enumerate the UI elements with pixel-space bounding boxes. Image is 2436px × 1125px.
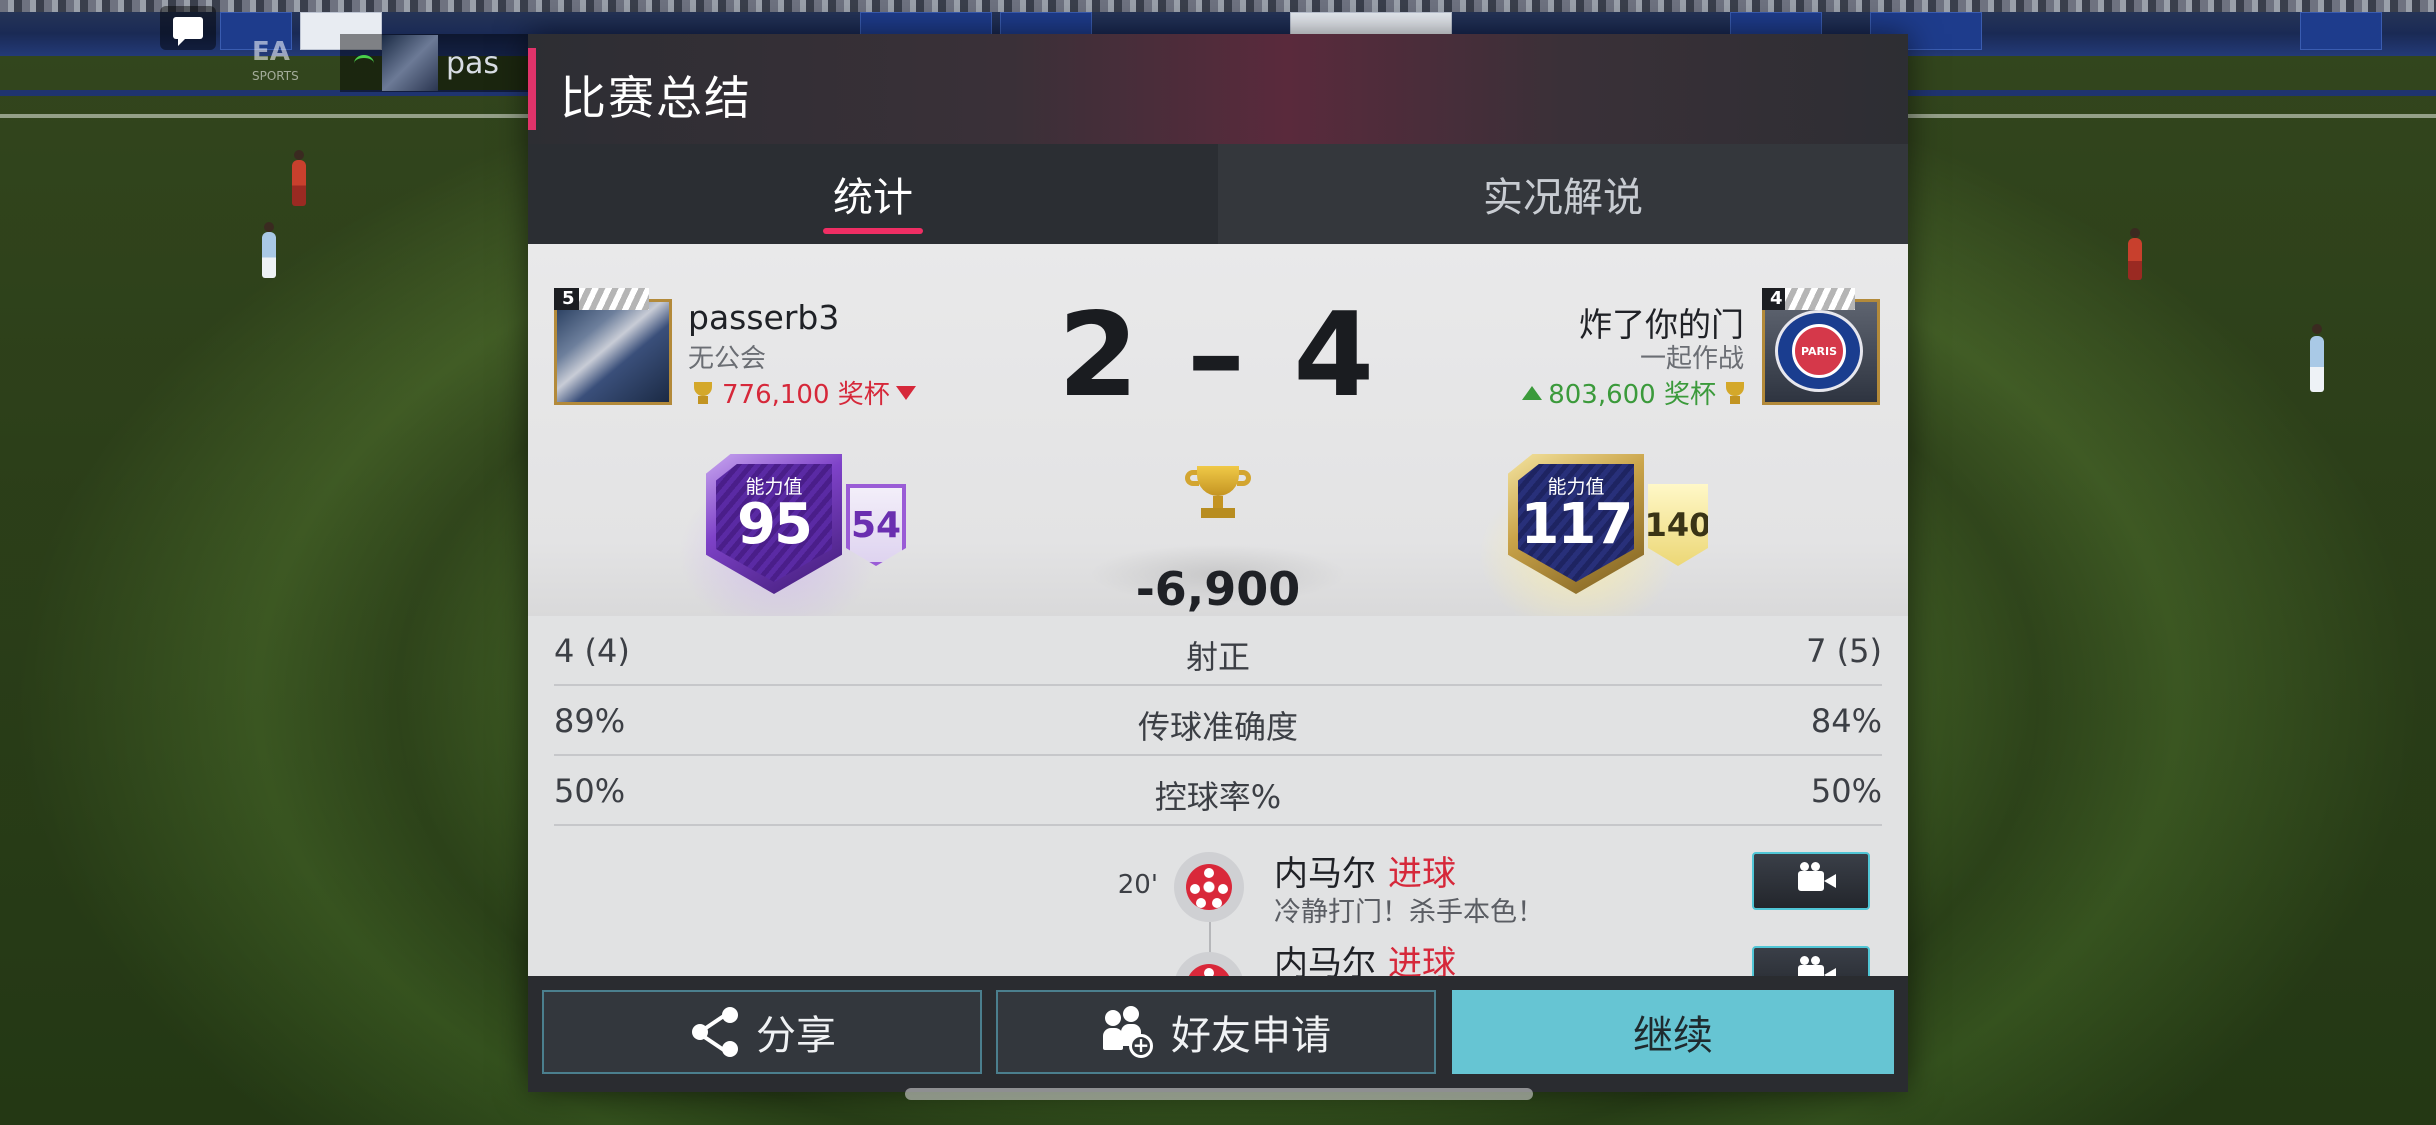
- level-stripes: [1785, 288, 1855, 310]
- home-rating-badge: 能力值 95 54: [706, 444, 906, 604]
- player-figure: [2310, 336, 2324, 392]
- friend-request-label: 好友申请: [1171, 1013, 1331, 1059]
- event-title: 内马尔 进球: [1274, 846, 1456, 895]
- away-trophies: 803,600 奖杯: [1522, 374, 1748, 411]
- continue-label: 继续: [1633, 1013, 1713, 1059]
- player-figure: [262, 232, 276, 278]
- level-stripes: [579, 288, 649, 310]
- chat-button[interactable]: [160, 6, 216, 50]
- active-tab-indicator: [823, 228, 923, 234]
- home-avatar[interactable]: 5: [554, 288, 672, 405]
- soccer-ball-icon: [1174, 852, 1244, 922]
- home-player-name: passerb3: [688, 298, 840, 337]
- tab-statistics[interactable]: 统计: [528, 144, 1218, 244]
- arrow-down-icon: [895, 385, 916, 400]
- hud-avatar: [382, 35, 438, 91]
- trophy-icon: [1722, 380, 1748, 406]
- event-description: 冷静打门！杀手本色！: [1274, 897, 1544, 928]
- add-friend-icon: +: [1101, 1004, 1157, 1060]
- home-trophies: 776,100 奖杯: [690, 374, 916, 411]
- tab-label: 统计: [833, 175, 913, 221]
- event-minute: 20': [1117, 870, 1158, 900]
- away-rating-value: 117: [1520, 492, 1634, 557]
- stat-row: 4 (4) 射正 7 (5): [554, 616, 1882, 686]
- ea-sports-logo: EA SPORTS: [252, 37, 299, 88]
- club-crest-icon: PARIS: [1775, 310, 1863, 392]
- chat-icon: [173, 17, 203, 46]
- stand-banner: [2300, 12, 2382, 50]
- friend-request-button[interactable]: + 好友申请: [996, 990, 1436, 1074]
- share-label: 分享: [756, 1013, 836, 1059]
- stat-row: 50% 控球率% 50%: [554, 756, 1882, 826]
- home-rating-value: 95: [737, 492, 813, 557]
- hud-player-tag: pas: [340, 34, 540, 92]
- match-score: 2 – 4: [1057, 288, 1379, 423]
- logo-text: EA: [252, 37, 290, 67]
- player-figure: [2128, 238, 2142, 280]
- tab-bar: 统计 实况解说: [528, 144, 1908, 244]
- stat-away-value: 50%: [1810, 772, 1882, 810]
- player-head: [2312, 324, 2322, 334]
- stat-label: 传球准确度: [1137, 708, 1298, 746]
- dialog-footer: 分享 + 好友申请 继续: [528, 976, 1908, 1092]
- stats-panel: 4 (4) 射正 7 (5) 89% 传球准确度 84% 50% 控球率% 50…: [528, 616, 1908, 1022]
- wifi-icon: [354, 54, 374, 72]
- crowd: [0, 0, 2436, 12]
- crest-text: PARIS: [1792, 324, 1846, 378]
- away-rating-badge: 能力值 117 140: [1508, 444, 1708, 604]
- stat-label: 射正: [1185, 638, 1250, 676]
- video-camera-icon: [1798, 862, 1836, 891]
- home-trophy-count: 776,100 奖杯: [722, 380, 890, 410]
- match-summary-dialog: 比赛总结 统计 实况解说 5 passerb3 无公会 776,100 奖杯 2…: [528, 34, 1908, 1092]
- trophy-icon: [1185, 466, 1251, 522]
- header-accent-bar: [528, 48, 536, 130]
- home-sub-rating: 54: [846, 484, 906, 566]
- away-sub-rating: 140: [1648, 484, 1708, 566]
- tab-commentary[interactable]: 实况解说: [1218, 144, 1908, 244]
- stat-label: 控球率%: [1154, 778, 1282, 816]
- trophy-icon: [690, 380, 716, 406]
- share-button[interactable]: 分享: [542, 990, 982, 1074]
- share-icon: [688, 1005, 742, 1059]
- stat-row: 89% 传球准确度 84%: [554, 686, 1882, 756]
- away-club-name: 一起作战: [1639, 344, 1744, 374]
- trophy-delta: -6,900: [1135, 562, 1301, 616]
- home-club-name: 无公会: [688, 344, 767, 374]
- stat-away-value: 7 (5): [1806, 632, 1882, 670]
- tab-label: 实况解说: [1483, 175, 1643, 221]
- player-head: [2130, 228, 2140, 238]
- hud-player-name: pas: [446, 45, 500, 81]
- player-head: [294, 150, 304, 160]
- away-avatar[interactable]: 4 PARIS: [1762, 288, 1880, 405]
- home-indicator[interactable]: [905, 1088, 1533, 1100]
- arrow-up-icon: [1522, 385, 1543, 400]
- player-head: [264, 222, 274, 232]
- player-figure: [292, 160, 306, 206]
- replay-video-button[interactable]: [1752, 852, 1870, 910]
- continue-button[interactable]: 继续: [1452, 990, 1894, 1074]
- match-event: 20' 内马尔 进球 冷静打门！杀手本色！: [528, 830, 1908, 962]
- score-summary: 5 passerb3 无公会 776,100 奖杯 2 – 4 炸了你的门 一起…: [528, 244, 1908, 634]
- dialog-title: 比赛总结: [560, 71, 752, 125]
- stat-away-value: 84%: [1810, 702, 1882, 740]
- away-trophy-count: 803,600 奖杯: [1548, 380, 1716, 410]
- event-type: 进球: [1388, 854, 1456, 894]
- logo-subtext: SPORTS: [252, 69, 299, 83]
- event-player: 内马尔: [1274, 854, 1376, 894]
- dialog-header: 比赛总结: [528, 34, 1908, 144]
